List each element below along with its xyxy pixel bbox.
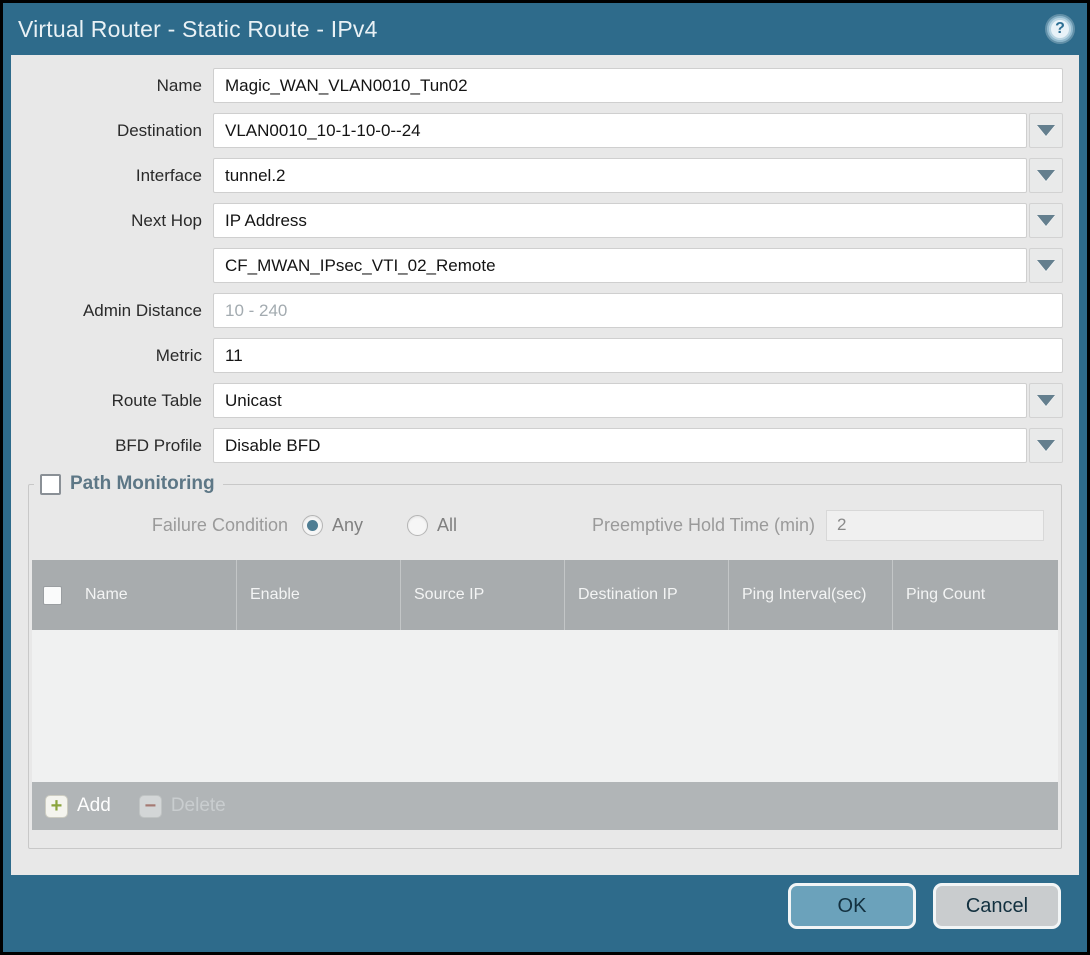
column-header-ping-interval-sec-: Ping Interval(sec) — [728, 560, 892, 630]
field-wrap-next-hop-type — [213, 203, 1063, 238]
column-header-name: Name — [72, 560, 236, 630]
bfd-profile-dropdown-button[interactable] — [1029, 428, 1063, 463]
field-wrap-interface — [213, 158, 1063, 193]
dialog-footer: OK Cancel — [3, 875, 1087, 952]
admin-distance-input[interactable] — [213, 293, 1063, 328]
preemptive-hold-time-label: Preemptive Hold Time (min) — [592, 515, 826, 536]
table-body-empty — [32, 630, 1058, 782]
dialog-titlebar: Virtual Router - Static Route - IPv4 ? — [3, 3, 1087, 55]
interface-input[interactable] — [213, 158, 1027, 193]
chevron-down-icon — [1037, 260, 1055, 271]
form-row-destination: Destination — [11, 113, 1079, 148]
field-wrap-admin-distance — [213, 293, 1063, 328]
field-label-interface: Interface — [11, 166, 213, 186]
destination-input[interactable] — [213, 113, 1027, 148]
form-row-next-hop-type: Next Hop — [11, 203, 1079, 238]
path-monitoring-checkbox[interactable] — [40, 474, 61, 495]
help-icon[interactable]: ? — [1047, 16, 1073, 42]
table-toolbar: + Add − Delete — [32, 782, 1058, 830]
dialog-content: Name Destination Interface Next Hop Admin Di… — [11, 55, 1079, 875]
cancel-button[interactable]: Cancel — [933, 883, 1061, 929]
chevron-down-icon — [1037, 170, 1055, 181]
form-row-route-table: Route Table — [11, 383, 1079, 418]
delete-button[interactable]: − Delete — [139, 795, 226, 818]
column-header-ping-count: Ping Count — [892, 560, 1058, 630]
column-header-source-ip: Source IP — [400, 560, 564, 630]
dialog-title: Virtual Router - Static Route - IPv4 — [18, 16, 378, 43]
chevron-down-icon — [1037, 125, 1055, 136]
field-wrap-destination — [213, 113, 1063, 148]
add-button[interactable]: + Add — [45, 795, 111, 818]
form-row-metric: Metric — [11, 338, 1079, 373]
path-monitoring-legend: Path Monitoring — [34, 473, 223, 495]
next-hop-type-input[interactable] — [213, 203, 1027, 238]
chevron-down-icon — [1037, 395, 1055, 406]
field-label-name: Name — [11, 76, 213, 96]
table-header-checkbox-cell — [32, 560, 72, 630]
column-header-enable: Enable — [236, 560, 400, 630]
field-label-admin-distance: Admin Distance — [11, 301, 213, 321]
form-row-admin-distance: Admin Distance — [11, 293, 1079, 328]
select-all-checkbox[interactable] — [43, 586, 62, 605]
field-label-bfd-profile: BFD Profile — [11, 436, 213, 456]
path-monitoring-label: Path Monitoring — [70, 473, 215, 495]
form-row-interface: Interface — [11, 158, 1079, 193]
radio-dot — [307, 520, 318, 531]
route-table-input[interactable] — [213, 383, 1027, 418]
interface-dropdown-button[interactable] — [1029, 158, 1063, 193]
radio-label-any: Any — [332, 515, 363, 536]
minus-icon: − — [139, 795, 162, 818]
field-label-route-table: Route Table — [11, 391, 213, 411]
next-hop-type-dropdown-button[interactable] — [1029, 203, 1063, 238]
field-wrap-name — [213, 68, 1063, 103]
plus-icon: + — [45, 795, 68, 818]
field-label-destination: Destination — [11, 121, 213, 141]
failure-condition-radio-all[interactable] — [407, 515, 428, 536]
ok-button[interactable]: OK — [788, 883, 916, 929]
form-row-bfd-profile: BFD Profile — [11, 428, 1079, 463]
column-header-destination-ip: Destination IP — [564, 560, 728, 630]
metric-input[interactable] — [213, 338, 1063, 373]
failure-condition-radio-any[interactable] — [302, 515, 323, 536]
path-monitoring-table: NameEnableSource IPDestination IPPing In… — [32, 560, 1058, 830]
bfd-profile-input[interactable] — [213, 428, 1027, 463]
chevron-down-icon — [1037, 440, 1055, 451]
field-wrap-route-table — [213, 383, 1063, 418]
field-wrap-metric — [213, 338, 1063, 373]
chevron-down-icon — [1037, 215, 1055, 226]
table-header-row: NameEnableSource IPDestination IPPing In… — [32, 560, 1058, 630]
field-label-metric: Metric — [11, 346, 213, 366]
preemptive-hold-time-input — [826, 510, 1044, 541]
failure-condition-label: Failure Condition — [32, 515, 302, 536]
field-label-next-hop-type: Next Hop — [11, 211, 213, 231]
form-row-name: Name — [11, 68, 1079, 103]
form-row-next-hop-address — [11, 248, 1079, 283]
next-hop-address-dropdown-button[interactable] — [1029, 248, 1063, 283]
route-table-dropdown-button[interactable] — [1029, 383, 1063, 418]
static-route-form: Name Destination Interface Next Hop Admin Di… — [11, 68, 1079, 463]
field-wrap-next-hop-address — [213, 248, 1063, 283]
destination-dropdown-button[interactable] — [1029, 113, 1063, 148]
path-monitoring-section: Path Monitoring Failure Condition Any Al… — [28, 473, 1062, 849]
next-hop-address-input[interactable] — [213, 248, 1027, 283]
failure-condition-row: Failure Condition Any All Preemptive Hol… — [32, 508, 1058, 542]
name-input[interactable] — [213, 68, 1063, 103]
add-button-label: Add — [77, 795, 111, 817]
radio-label-all: All — [437, 515, 457, 536]
field-wrap-bfd-profile — [213, 428, 1063, 463]
delete-button-label: Delete — [171, 795, 226, 817]
static-route-dialog: Virtual Router - Static Route - IPv4 ? N… — [3, 3, 1087, 952]
